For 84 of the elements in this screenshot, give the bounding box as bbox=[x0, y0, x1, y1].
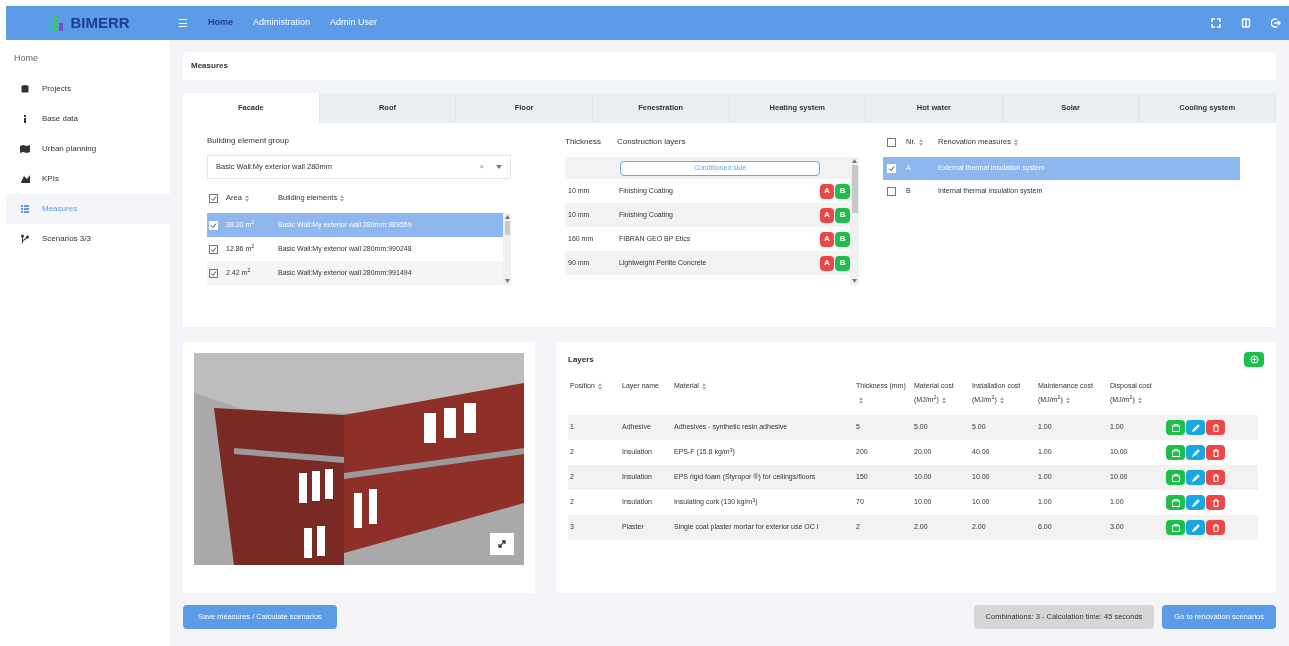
scroll-down-icon[interactable] bbox=[504, 279, 510, 283]
copy-icon bbox=[1171, 523, 1180, 532]
pencil-icon bbox=[1191, 423, 1200, 432]
map-icon bbox=[20, 143, 30, 154]
sort-icon[interactable] bbox=[918, 138, 923, 146]
delete-button[interactable] bbox=[1206, 520, 1225, 535]
sidebar-item[interactable]: Projects bbox=[6, 73, 170, 104]
expand-icon bbox=[497, 539, 507, 549]
sort-icon[interactable] bbox=[701, 382, 706, 390]
sort-icon[interactable] bbox=[1137, 396, 1142, 404]
trash-icon bbox=[1211, 523, 1220, 532]
list-icon bbox=[20, 203, 30, 214]
copy-button[interactable] bbox=[1166, 420, 1185, 435]
fullscreen-icon[interactable] bbox=[1211, 18, 1221, 28]
copy-icon bbox=[1171, 498, 1180, 507]
sidebar-item[interactable]: Urban planning bbox=[6, 133, 170, 164]
scrollbar[interactable] bbox=[850, 157, 859, 285]
sort-icon[interactable] bbox=[1065, 396, 1070, 404]
scrollbar[interactable] bbox=[503, 213, 511, 285]
trash-icon bbox=[1211, 423, 1220, 432]
trash-icon bbox=[1211, 473, 1220, 482]
trash-icon bbox=[1211, 498, 1220, 507]
delete-button[interactable] bbox=[1206, 470, 1225, 485]
copy-icon bbox=[1171, 423, 1180, 432]
a-button[interactable]: A bbox=[819, 231, 835, 247]
scroll-down-icon[interactable] bbox=[852, 279, 857, 283]
copy-button[interactable] bbox=[1166, 495, 1185, 510]
column-header: Construction layers bbox=[617, 136, 686, 148]
sort-icon[interactable] bbox=[244, 194, 249, 202]
checkbox[interactable] bbox=[209, 268, 218, 278]
copy-button[interactable] bbox=[1166, 445, 1185, 460]
chart-icon bbox=[20, 173, 30, 184]
a-button[interactable]: A bbox=[819, 255, 835, 271]
sidebar-heading: Home bbox=[13, 52, 39, 65]
scroll-up-icon[interactable] bbox=[504, 215, 510, 219]
edit-button[interactable] bbox=[1186, 470, 1205, 485]
edit-button[interactable] bbox=[1186, 520, 1205, 535]
copy-button[interactable] bbox=[1166, 520, 1185, 535]
pencil-icon bbox=[1191, 473, 1200, 482]
copy-button[interactable] bbox=[1166, 470, 1185, 485]
edit-button[interactable] bbox=[1186, 445, 1205, 460]
checkbox[interactable] bbox=[887, 187, 896, 196]
sidebar-item[interactable]: KPIs bbox=[6, 163, 170, 194]
column-header: Thickness bbox=[565, 136, 602, 148]
edit-button[interactable] bbox=[1186, 495, 1205, 510]
a-button[interactable]: A bbox=[819, 183, 835, 199]
checkbox[interactable] bbox=[209, 193, 218, 203]
branch-icon bbox=[20, 233, 30, 244]
delete-button[interactable] bbox=[1206, 420, 1225, 435]
database-icon bbox=[20, 83, 30, 94]
add-button[interactable] bbox=[1244, 352, 1264, 367]
sort-icon[interactable] bbox=[859, 396, 863, 404]
expand-button[interactable] bbox=[490, 533, 514, 555]
plus-icon bbox=[1249, 355, 1259, 364]
checkbox[interactable] bbox=[887, 137, 896, 147]
copy-icon bbox=[1171, 448, 1180, 457]
pencil-icon bbox=[1191, 448, 1200, 457]
trash-icon bbox=[1211, 448, 1220, 457]
panel-title: Layers bbox=[568, 353, 594, 366]
sidebar-item[interactable]: Scenarios 3/3 bbox=[6, 223, 170, 254]
sort-icon[interactable] bbox=[1013, 138, 1018, 146]
logout-icon[interactable] bbox=[1271, 18, 1281, 28]
field-label: Building element group bbox=[207, 135, 290, 147]
edit-button[interactable] bbox=[1186, 420, 1205, 435]
scroll-up-icon[interactable] bbox=[852, 159, 857, 163]
sort-icon[interactable] bbox=[941, 396, 946, 404]
sidebar-item[interactable]: Base data bbox=[6, 103, 170, 134]
pencil-icon bbox=[1191, 498, 1200, 507]
sort-icon[interactable] bbox=[999, 396, 1004, 404]
pencil-icon bbox=[1191, 523, 1200, 532]
caret-icon bbox=[496, 165, 502, 169]
page-title: Measures bbox=[191, 60, 228, 72]
checkbox[interactable] bbox=[209, 244, 218, 254]
scrollbar-thumb[interactable] bbox=[504, 221, 510, 235]
nav-link[interactable]: Home bbox=[208, 16, 233, 30]
scrollbar-thumb[interactable] bbox=[851, 165, 858, 213]
delete-button[interactable] bbox=[1206, 495, 1225, 510]
delete-button[interactable] bbox=[1206, 445, 1225, 460]
panel-icon[interactable] bbox=[1241, 18, 1251, 28]
a-button[interactable]: A bbox=[819, 207, 835, 223]
sort-icon[interactable] bbox=[340, 194, 345, 202]
logo-text: BIMERR bbox=[70, 12, 130, 33]
copy-icon bbox=[1171, 473, 1180, 482]
sort-icon[interactable] bbox=[597, 382, 602, 390]
